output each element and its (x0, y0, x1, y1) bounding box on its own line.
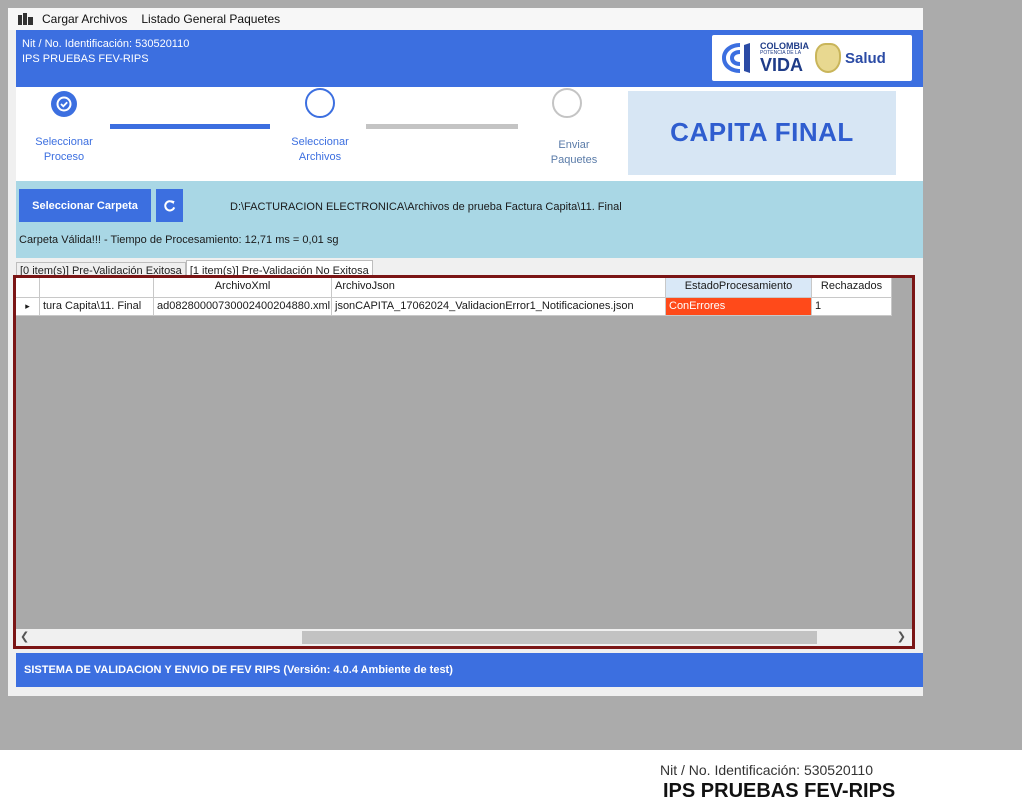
step-3-label[interactable]: Enviar Paquetes (529, 138, 619, 168)
page-lower-area: Nit / No. Identificación: 530520110 IPS … (0, 750, 1022, 798)
cell-carpeta[interactable]: tura Capita\11. Final (40, 298, 154, 316)
grid-header-archivoxml[interactable]: ArchivoXml (154, 278, 332, 298)
select-folder-button[interactable]: Seleccionar Carpeta (19, 189, 151, 222)
process-banner: CAPITA FINAL (628, 91, 896, 175)
step-bar-2 (366, 124, 518, 129)
scroll-left-icon[interactable]: ❮ (20, 630, 29, 643)
menu-listado-general-paquetes[interactable]: Listado General Paquetes (141, 12, 280, 26)
menu-bar: Cargar Archivos Listado General Paquetes (8, 8, 923, 30)
app-header: Nit / No. Identificación: 530520110 IPS … (16, 30, 923, 87)
results-grid: ArchivoXml ArchivoJson EstadoProcesamien… (13, 275, 915, 649)
horizontal-scrollbar[interactable]: ❮ ❯ (16, 629, 912, 646)
grid-header-archivojson[interactable]: ArchivoJson (332, 278, 666, 298)
grid-header-indicator (16, 278, 40, 298)
colombia-vida-logo: COLOMBIA POTENCIA DE LA VIDA Salud (712, 35, 912, 81)
refresh-button[interactable] (156, 189, 183, 222)
footer-version-text: SISTEMA DE VALIDACION Y ENVIO DE FEV RIP… (24, 664, 453, 676)
app-menu-icon[interactable] (18, 12, 34, 26)
cell-rechazados[interactable]: 1 (812, 298, 892, 316)
table-row[interactable]: ▸ tura Capita\11. Final ad08280000730002… (16, 298, 892, 316)
app-footer: SISTEMA DE VALIDACION Y ENVIO DE FEV RIP… (16, 653, 923, 687)
desktop-background: Cargar Archivos Listado General Paquetes… (0, 0, 1022, 750)
step-3-circle-icon (552, 88, 582, 118)
page-ips-name: IPS PRUEBAS FEV-RIPS (663, 780, 896, 798)
scroll-right-icon[interactable]: ❯ (897, 630, 906, 643)
process-banner-title: CAPITA FINAL (670, 117, 854, 147)
refresh-icon (163, 199, 175, 211)
step-1-check-icon (51, 91, 77, 117)
grid-header-rechazados[interactable]: Rechazados (812, 278, 892, 298)
logo-wave-icon (716, 39, 758, 77)
cell-archivojson[interactable]: jsonCAPITA_17062024_ValidacionError1_Not… (332, 298, 666, 316)
step-2-label[interactable]: Seleccionar Archivos (275, 135, 365, 165)
folder-panel: Seleccionar Carpeta D:\FACTURACION ELECT… (16, 181, 923, 258)
folder-path: D:\FACTURACION ELECTRONICA\Archivos de p… (230, 201, 622, 213)
step-2-circle-icon (305, 88, 335, 118)
row-indicator-icon: ▸ (16, 298, 40, 316)
scrollbar-thumb[interactable] (302, 631, 817, 644)
process-stepper: Seleccionar Proceso Seleccionar Archivos… (16, 87, 923, 181)
grid-header-estadoprocesamiento[interactable]: EstadoProcesamiento (666, 278, 812, 298)
grid-header-carpeta[interactable] (40, 278, 154, 298)
page-nit: Nit / No. Identificación: 530520110 (660, 762, 873, 778)
header-ips-name: IPS PRUEBAS FEV-RIPS (22, 53, 149, 65)
step-bar-1 (110, 124, 270, 129)
coat-of-arms-icon (815, 43, 841, 73)
grid-header-row: ArchivoXml ArchivoJson EstadoProcesamien… (16, 278, 892, 298)
header-nit: Nit / No. Identificación: 530520110 (22, 38, 190, 50)
cell-estadoprocesamiento[interactable]: ConErrores (666, 298, 812, 316)
menu-cargar-archivos[interactable]: Cargar Archivos (42, 12, 127, 26)
step-1-label[interactable]: Seleccionar Proceso (19, 135, 109, 165)
logo-vida-text: VIDA (760, 55, 804, 75)
cell-archivoxml[interactable]: ad08280000730002400204880.xml (154, 298, 332, 316)
logo-salud-text: Salud (845, 49, 886, 67)
folder-status: Carpeta Válida!!! - Tiempo de Procesamie… (19, 234, 339, 246)
